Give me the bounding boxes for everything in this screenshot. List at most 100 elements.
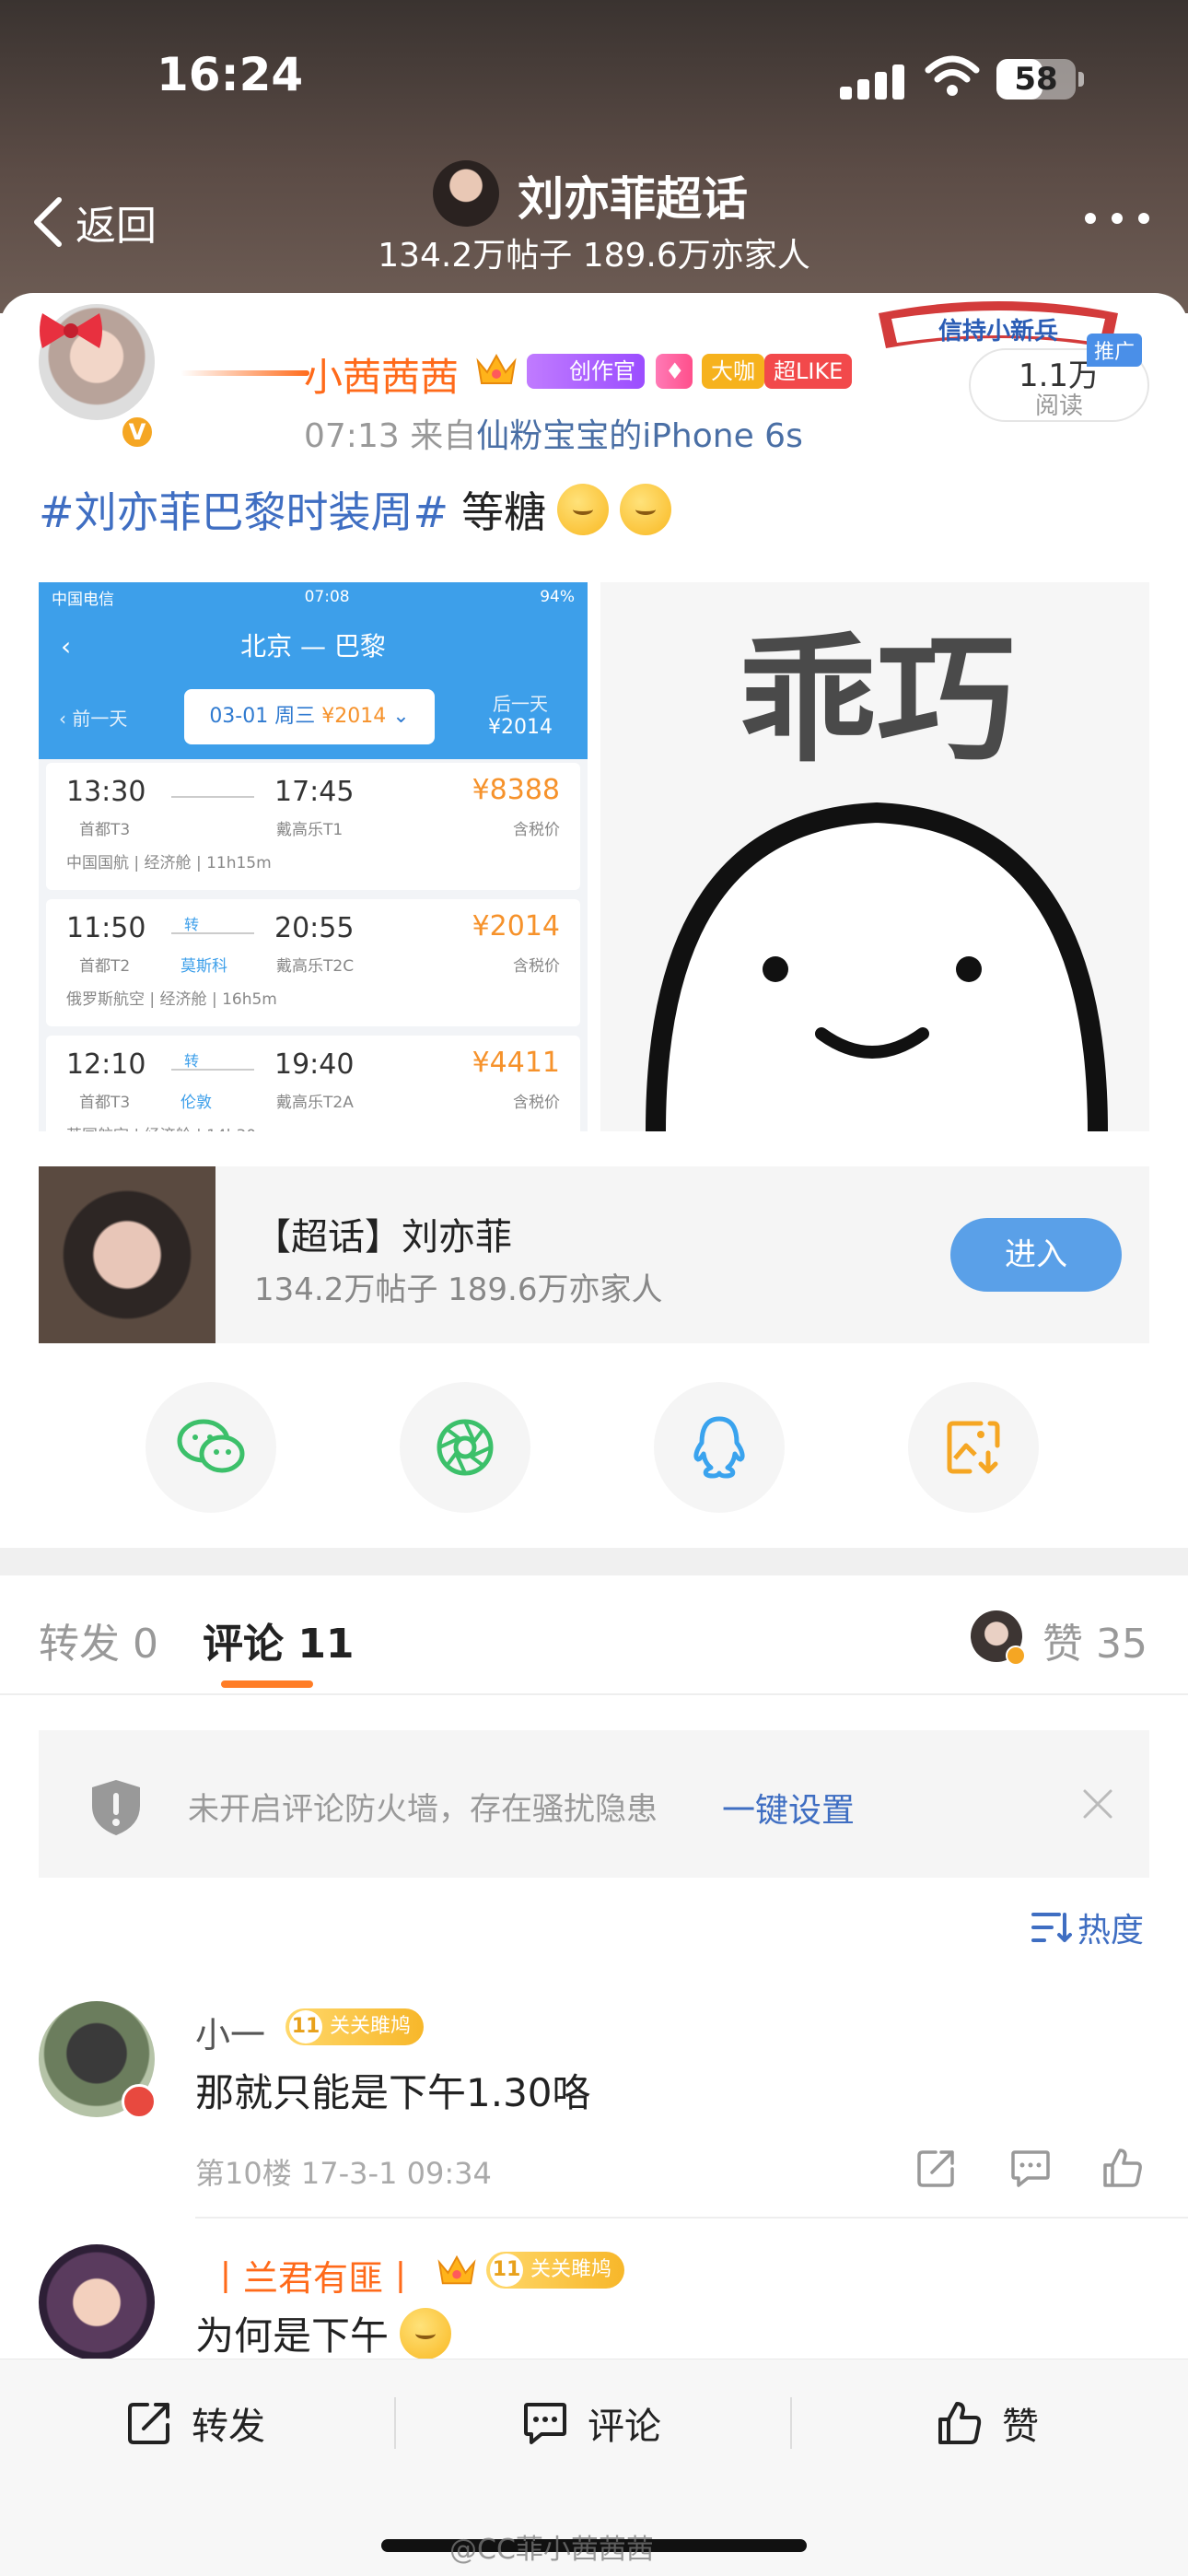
img-next-day: 后一天 ¥2014: [488, 693, 553, 739]
img-current-date: 03-01 周三 ¥2014 ⌄: [184, 689, 435, 744]
img-battery: 94%: [540, 588, 575, 606]
post-body: 等糖: [461, 487, 547, 537]
gem-badge-icon: ♦: [656, 354, 693, 389]
post-source[interactable]: 仙粉宝宝的iPhone 6s: [476, 417, 803, 455]
fan-badge: 11 关关雎鸠: [486, 2252, 625, 2289]
close-icon[interactable]: [1079, 1786, 1116, 1822]
repost-comment-icon[interactable]: [915, 2147, 958, 2189]
name-decoration: [181, 370, 309, 376]
commenter-name[interactable]: 丨兰君有匪丨: [208, 2250, 418, 2301]
bar-separator: [790, 2397, 792, 2449]
crown-icon: [437, 2254, 476, 2285]
page-subtitle: 134.2万帖子 189.6万亦家人: [378, 237, 810, 275]
crown-icon: [476, 353, 517, 384]
comment-text: 那就只能是下午1.30咯: [195, 2070, 591, 2115]
img-carrier: 中国电信: [52, 590, 114, 609]
fan-label: 关关雎鸠: [530, 2258, 612, 2281]
liker-avatar[interactable]: [971, 1610, 1026, 1666]
battery-icon: 58: [996, 59, 1076, 100]
fan-level: 11: [289, 2010, 322, 2043]
firewall-text: 未开启评论防火墙，存在骚扰隐患: [188, 1791, 658, 1828]
shield-icon: [92, 1780, 140, 1835]
creator-badge-label: 创作官: [569, 358, 635, 384]
post-text: #刘亦菲巴黎时装周# 等糖: [39, 479, 672, 540]
qq-icon: [693, 1416, 745, 1479]
battery-tip: [1078, 72, 1084, 87]
more-button[interactable]: [1085, 205, 1149, 232]
sticker-image[interactable]: 乖巧: [600, 582, 1149, 1131]
fan-label: 关关雎鸠: [330, 2015, 412, 2038]
repost-label: 转发: [192, 2406, 265, 2448]
tab-likes[interactable]: 赞 35: [1042, 1610, 1147, 1669]
section-divider: [0, 1548, 1188, 1575]
topic-avatar[interactable]: [433, 160, 499, 227]
topic-stats: 134.2万帖子 189.6万亦家人: [254, 1271, 663, 1308]
active-tab-indicator: [221, 1680, 313, 1688]
flight-screenshot-image[interactable]: 中国电信 07:08 94% ‹ 北京 — 巴黎 ‹ 前一天 03-01 周三 …: [39, 582, 588, 1131]
sticker-text: 乖巧: [739, 621, 1015, 781]
flight-row: 12:10 转 19:40 首都T3 伦敦 戴高乐T2A ¥4411 含税价 英…: [46, 1036, 580, 1131]
img-prev-day: ‹ 前一天: [59, 708, 128, 730]
share-moments-button[interactable]: [400, 1382, 530, 1513]
author-name[interactable]: 小茜茜茜: [304, 346, 459, 403]
fan-level: 11: [490, 2254, 523, 2287]
post-meta: 07:13 来自仙粉宝宝的iPhone 6s: [304, 409, 803, 457]
sort-button[interactable]: 热度: [1031, 1903, 1144, 1951]
firewall-setup-link[interactable]: 一键设置: [722, 1784, 855, 1832]
like-icon[interactable]: [1101, 2147, 1144, 2189]
status-time: 16:24: [157, 48, 304, 101]
promo-text: 信持小新兵: [938, 317, 1058, 345]
page-title: 刘亦菲超话: [518, 172, 748, 226]
commenter-name[interactable]: 小一: [195, 2007, 265, 2057]
comment-label: 评论: [588, 2406, 661, 2448]
signal-icon: [840, 63, 906, 100]
sort-icon: [1031, 1913, 1072, 1942]
wifi-icon: [925, 55, 980, 96]
sort-label: 热度: [1077, 1912, 1145, 1950]
shy-emoji-icon: [620, 484, 672, 535]
img-back-icon: ‹: [61, 631, 72, 662]
dk-badge[interactable]: 大咖: [702, 354, 764, 389]
share-wechat-button[interactable]: [146, 1382, 276, 1513]
tabs-divider: [0, 1693, 1188, 1695]
comment-divider: [195, 2217, 1188, 2219]
member-badge-icon: [122, 2084, 157, 2119]
shy-emoji-icon: [557, 484, 610, 535]
like-button[interactable]: 赞: [936, 2395, 1039, 2451]
thumbs-up-icon: [938, 2402, 982, 2444]
topic-title: 【超话】刘亦菲: [254, 1216, 512, 1259]
comment-text: 为何是下午: [195, 2305, 452, 2361]
img-route: 北京 — 巴黎: [240, 631, 386, 662]
battery-percent: 58: [1014, 61, 1058, 98]
watermark: @CC菲小茜茜茜: [449, 2534, 654, 2566]
comment-meta: 第10楼 17-3-1 09:34: [195, 2156, 492, 2191]
tab-repost[interactable]: 转发 0: [39, 1610, 158, 1669]
tab-comment[interactable]: 评论 11: [203, 1610, 355, 1669]
moments-icon: [437, 1419, 494, 1476]
share-qq-button[interactable]: [654, 1382, 785, 1513]
repost-button[interactable]: 转发: [125, 2395, 265, 2451]
creator-badge[interactable]: 创作官: [527, 354, 645, 389]
verified-badge-icon: V: [120, 415, 155, 450]
post-source-prefix: 来自: [410, 417, 477, 455]
wechat-icon: [177, 1419, 245, 1473]
bar-separator: [394, 2397, 396, 2449]
commenter-avatar[interactable]: [39, 2244, 155, 2360]
enter-button[interactable]: 进入: [950, 1218, 1122, 1292]
like-badge[interactable]: 超LIKE: [764, 354, 853, 389]
topic-cover-image: [39, 1166, 215, 1343]
hashtag-link[interactable]: #刘亦菲巴黎时装周#: [39, 479, 448, 540]
flight-row: 11:50 转 20:55 首都T2 莫斯科 戴高乐T2C ¥2014 含税价 …: [46, 899, 580, 1026]
reply-icon[interactable]: [1009, 2147, 1052, 2189]
post-time: 07:13: [304, 417, 400, 455]
img-time: 07:08: [304, 588, 350, 606]
bow-decoration-icon: [40, 313, 102, 348]
read-label: 阅读: [1034, 392, 1083, 420]
fan-badge: 11 关关雎鸠: [285, 2008, 425, 2045]
save-image-button[interactable]: [908, 1382, 1039, 1513]
flight-row: 13:30 17:45 首都T3 戴高乐T1 ¥8388 含税价 中国国航 | …: [46, 763, 580, 890]
save-image-icon: [947, 1421, 1000, 1474]
crying-emoji-icon: [400, 2307, 452, 2359]
comment-button[interactable]: 评论: [521, 2395, 661, 2451]
like-label: 赞: [1002, 2406, 1039, 2448]
